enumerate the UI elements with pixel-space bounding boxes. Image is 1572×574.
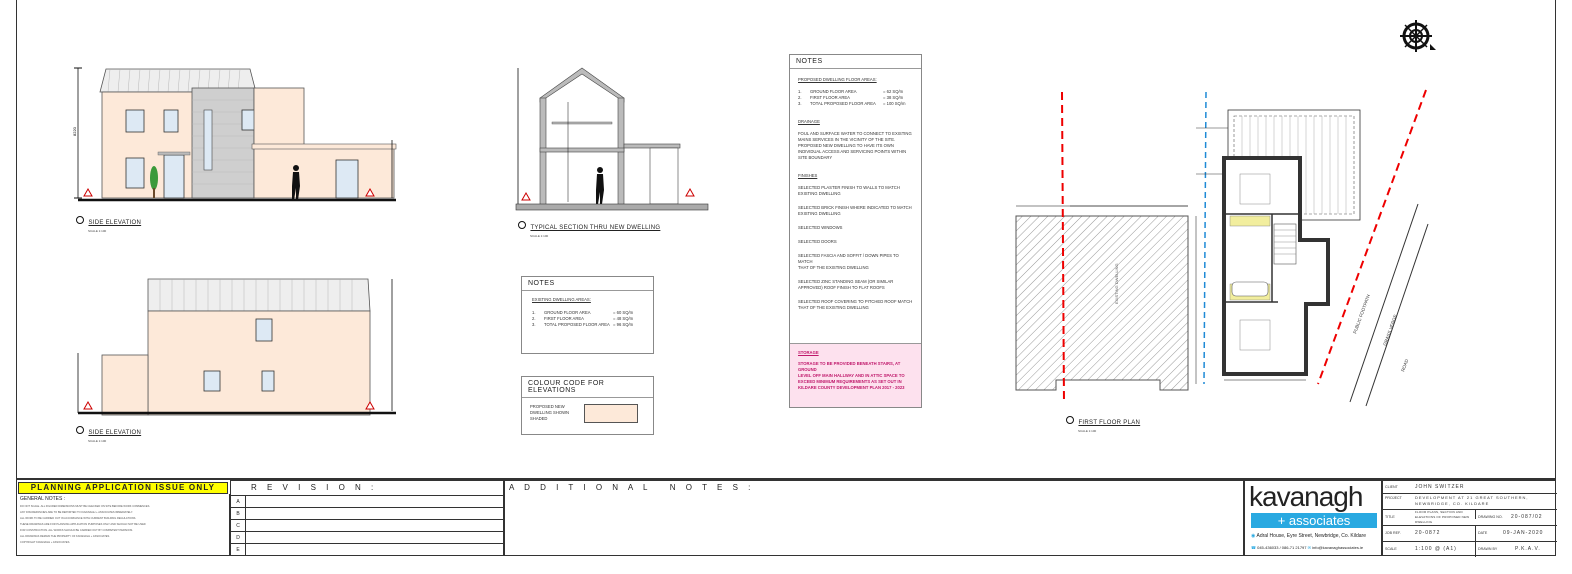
existing-area-label: TOTAL PROPOSED FLOOR AREA [544,322,610,327]
side-elevation-rear [70,275,400,420]
additional-notes-panel: A D D I T I O N A L N O T E S : [504,480,1244,556]
general-note: COPYRIGHT KAVANAGH + ASSOCIATES. [20,541,71,544]
email-icon: ✉ [1307,545,1311,550]
notes-existing-box: NOTES EXISTING DWELLING AREAS: 1. GROUND … [521,276,654,354]
drainage-line: SITE BOUNDARY [798,155,833,160]
storage-line: STORAGE TO BE PROVIDED BENEATH STAIRS, A… [798,361,901,372]
notes-existing-title: NOTES [522,277,653,291]
notes-main-title: NOTES [790,55,921,69]
finish-line: SELECTED WINDOWS [798,225,843,230]
notes-main-box: NOTES PROPOSED DWELLING FLOOR AREAS: 1. G… [789,54,922,408]
svg-text:PUBLIC FOOTPATH: PUBLIC FOOTPATH [1352,294,1371,335]
company-logo: kavanagh [1249,481,1363,512]
finish-line: APPROVED) ROOF FINISH TO FLAT ROOFS [798,285,885,290]
company-logo-sub: + associates [1251,513,1377,528]
finish-line: THAT OF THE EXISTING DWELLING [798,305,869,310]
general-notes: GENERAL NOTES : DO NOT SCALE. ALL FIGURE… [16,494,230,556]
finish-item: SELECTED ZINC STANDING SEAM (OR SIMILAR A… [798,279,913,291]
finish-line: SELECTED DOORS [798,239,837,244]
colour-swatch [584,404,638,423]
north-compass-icon [1396,16,1440,56]
location-pin-icon: ◉ [1251,533,1256,539]
revision-row: E [231,543,503,556]
project-info-panel: CLIENT JOHN SWITZER PROJECT DEVELOPMENT … [1382,480,1557,557]
svg-text:8220: 8220 [72,126,77,136]
finish-item: SELECTED FASCIA AND SOFFIT / DOWN PIPES … [798,253,913,271]
svg-text:ROAD: ROAD [1400,358,1409,373]
proposed-area-num: 3. [798,101,802,106]
svg-text:GRASS VERGE: GRASS VERGE [1382,314,1398,346]
storage-line: KILDARE COUNTY DEVELOPMENT PLAN 2017 - 2… [798,385,905,390]
finish-item: SELECTED ROOF COVERING TO PITCHED ROOF M… [798,299,913,311]
finish-item: SELECTED WINDOWS [798,225,913,231]
storage-panel: STORAGE STORAGE TO BE PROVIDED BENEATH S… [790,343,921,407]
existing-area-row: 3. TOTAL PROPOSED FLOOR AREA = 96 SQ/m [532,322,643,328]
section-drawing [512,62,712,220]
proposed-area-value: = 100 SQ/m [883,101,906,106]
company-contact: ☎ 045-436033 / 086-71 21797 ✉ info@kavan… [1251,545,1364,550]
proposed-area-row: 3. TOTAL PROPOSED FLOOR AREA = 100 SQ/m [798,101,913,107]
svg-text:EXISTING DWELLING: EXISTING DWELLING [1114,263,1119,304]
company-address: ◉ Adral House, Eyre Street, Newbridge, C… [1251,533,1366,539]
revision-letter: E [231,544,246,556]
first-floor-plan: EXISTING DWELLING PUBLIC FOOTPATH GRASS … [1010,84,1430,414]
revision-panel: R E V I S I O N : ABCDE [230,480,504,556]
colour-code-box: COLOUR CODE FOR ELEVATIONS PROPOSED NEW … [521,376,654,435]
finish-line: THAT OF THE EXISTING DWELLING [798,265,869,270]
caption-side-elevation-2: SIDE ELEVATION SCALE 1:100 [76,421,141,443]
finish-line: EXISTING DWELLING [798,191,841,196]
proposed-area-label: TOTAL PROPOSED FLOOR AREA [810,101,876,106]
title-block: PLANNING APPLICATION ISSUE ONLY GENERAL … [16,478,1557,557]
existing-area-num: 3. [532,322,536,327]
existing-area-value: = 96 SQ/m [613,322,634,327]
colour-code-title: COLOUR CODE FOR ELEVATIONS [522,377,653,398]
caption-first-floor: FIRST FLOOR PLAN SCALE 1:100 [1066,411,1140,433]
company-logo-panel: kavanagh + associates ◉ Adral House, Eyr… [1244,480,1382,556]
phone-icon: ☎ [1251,545,1256,550]
finish-item: SELECTED PLASTER FINISH TO WALLS TO MATC… [798,185,913,197]
caption-section: TYPICAL SECTION THRU NEW DWELLING SCALE … [518,216,660,238]
finish-line: EXISTING DWELLING [798,211,841,216]
finish-item: SELECTED DOORS [798,239,913,245]
finish-item: SELECTED BRICK FINISH WHERE INDICATED TO… [798,205,913,217]
side-elevation-front: 8220 [70,60,400,220]
planning-banner: PLANNING APPLICATION ISSUE ONLY [18,482,228,494]
finish-line: SELECTED FASCIA AND SOFFIT / DOWN PIPES … [798,253,899,264]
caption-side-elevation-1: SIDE ELEVATION SCALE 1:100 [76,211,141,233]
